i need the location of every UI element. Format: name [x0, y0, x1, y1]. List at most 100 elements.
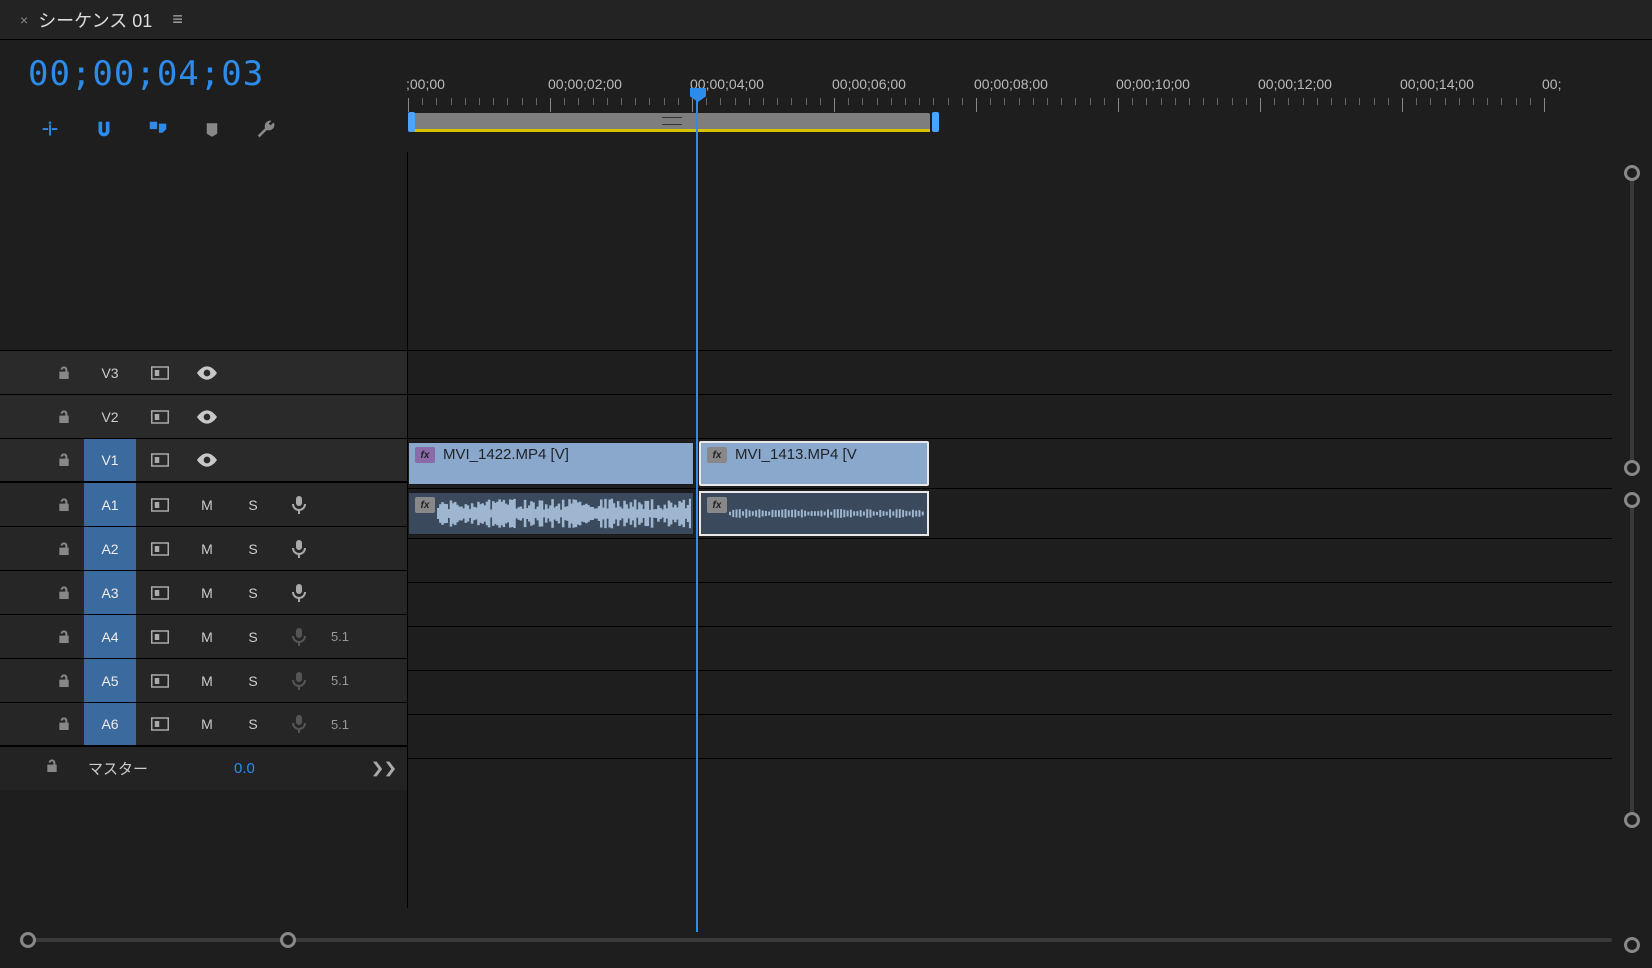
wrench-settings-icon[interactable] — [254, 118, 278, 142]
solo-button[interactable]: S — [230, 527, 276, 570]
lock-icon[interactable] — [44, 351, 84, 394]
audio-track-lane-a4[interactable] — [408, 626, 1612, 670]
clip-label: MVI_1422.MP4 [V] — [443, 446, 569, 463]
track-target-a5[interactable]: A5 — [84, 659, 136, 702]
track-output-icon[interactable] — [136, 439, 184, 481]
timeline-tools — [28, 118, 408, 142]
voiceover-mic-icon[interactable] — [276, 615, 322, 658]
time-ruler[interactable]: ;00;0000;00;02;0000;00;04;0000;00;06;000… — [408, 76, 1652, 106]
video-zoom-knob-top[interactable] — [1624, 165, 1640, 181]
audio-track-header-a4: A4MS5.1 — [0, 614, 407, 658]
hzoom-right-knob[interactable] — [280, 932, 296, 948]
mute-button[interactable]: M — [184, 571, 230, 614]
track-target-a1[interactable]: A1 — [84, 483, 136, 526]
lock-icon[interactable] — [44, 659, 84, 702]
solo-button[interactable]: S — [230, 615, 276, 658]
timeline-ruler-area: ;00;0000;00;02;0000;00;04;0000;00;06;000… — [408, 40, 1652, 152]
linked-selection-icon[interactable] — [146, 118, 170, 142]
master-track-lane — [408, 758, 1612, 802]
insert-overwrite-icon[interactable] — [38, 118, 62, 142]
marker-icon[interactable] — [200, 118, 224, 142]
hzoom-left-knob[interactable] — [20, 932, 36, 948]
video-track-lane-v3[interactable] — [408, 350, 1612, 394]
audio-track-lane-a3[interactable] — [408, 582, 1612, 626]
voiceover-mic-icon[interactable] — [276, 483, 322, 526]
audio-track-lane-a5[interactable] — [408, 670, 1612, 714]
track-target-v3[interactable]: V3 — [84, 351, 136, 394]
audio-clip[interactable]: fx — [408, 492, 694, 535]
fx-badge-icon[interactable]: fx — [415, 497, 435, 513]
voiceover-mic-icon[interactable] — [276, 703, 322, 745]
lock-icon[interactable] — [44, 439, 84, 481]
audio-track-lane-a2[interactable] — [408, 538, 1612, 582]
track-target-v1[interactable]: V1 — [84, 439, 136, 481]
track-output-icon[interactable] — [136, 527, 184, 570]
mute-button[interactable]: M — [184, 615, 230, 658]
fx-badge-icon[interactable]: fx — [415, 447, 435, 463]
video-zoom-knob-bottom[interactable] — [1624, 460, 1640, 476]
audio-zoom-rail[interactable] — [1630, 498, 1634, 818]
lock-icon[interactable] — [44, 615, 84, 658]
video-clip[interactable]: fx MVI_1422.MP4 [V] — [408, 442, 694, 485]
eye-icon[interactable] — [184, 395, 230, 438]
video-track-lane-v1[interactable]: fx MVI_1422.MP4 [V] fxMVI_1413.MP4 [V — [408, 438, 1612, 488]
ruler-label: 00;00;08;00 — [974, 76, 1048, 92]
solo-button[interactable]: S — [230, 483, 276, 526]
lock-icon[interactable] — [44, 527, 84, 570]
audio-clip[interactable]: fx — [700, 492, 928, 535]
track-output-icon[interactable] — [136, 483, 184, 526]
voiceover-mic-icon[interactable] — [276, 571, 322, 614]
lock-icon[interactable] — [44, 571, 84, 614]
lock-icon[interactable] — [44, 758, 84, 779]
lock-icon[interactable] — [44, 483, 84, 526]
ruler-label: 00;00;06;00 — [832, 76, 906, 92]
audio-track-lane-a1[interactable]: fx fx — [408, 488, 1612, 538]
mute-button[interactable]: M — [184, 703, 230, 745]
work-area-bar[interactable] — [408, 112, 1652, 132]
solo-button[interactable]: S — [230, 571, 276, 614]
audio-track-lane-a6[interactable] — [408, 714, 1612, 758]
hzoom-end-knob[interactable] — [1624, 937, 1640, 953]
track-output-icon[interactable] — [136, 615, 184, 658]
solo-button[interactable]: S — [230, 703, 276, 745]
voiceover-mic-icon[interactable] — [276, 527, 322, 570]
track-output-icon[interactable] — [136, 659, 184, 702]
work-area-in-handle[interactable] — [408, 112, 415, 132]
track-target-v2[interactable]: V2 — [84, 395, 136, 438]
eye-icon[interactable] — [184, 439, 230, 481]
track-output-icon[interactable] — [136, 571, 184, 614]
track-target-a3[interactable]: A3 — [84, 571, 136, 614]
eye-icon[interactable] — [184, 351, 230, 394]
video-track-lane-v2[interactable] — [408, 394, 1612, 438]
fx-badge-icon[interactable]: fx — [707, 447, 727, 463]
video-clip[interactable]: fxMVI_1413.MP4 [V — [700, 442, 928, 485]
track-target-a4[interactable]: A4 — [84, 615, 136, 658]
solo-button[interactable]: S — [230, 659, 276, 702]
lock-icon[interactable] — [44, 703, 84, 745]
sequence-tab-name[interactable]: シーケンス 01 — [38, 7, 152, 33]
track-target-a6[interactable]: A6 — [84, 703, 136, 745]
close-tab-button[interactable]: × — [20, 12, 28, 28]
snap-icon[interactable] — [92, 118, 116, 142]
mute-button[interactable]: M — [184, 659, 230, 702]
track-content-area[interactable]: fx MVI_1422.MP4 [V] fxMVI_1413.MP4 [V fx fx — [408, 152, 1612, 908]
voiceover-mic-icon[interactable] — [276, 659, 322, 702]
mute-button[interactable]: M — [184, 483, 230, 526]
playhead-timecode[interactable]: 00;00;04;03 — [28, 54, 408, 94]
lock-icon[interactable] — [44, 395, 84, 438]
master-output-icon[interactable] — [361, 747, 407, 790]
horizontal-zoom-bar[interactable] — [20, 932, 1612, 948]
track-output-icon[interactable] — [136, 351, 184, 394]
track-target-a2[interactable]: A2 — [84, 527, 136, 570]
track-output-icon[interactable] — [136, 703, 184, 745]
master-volume[interactable]: 0.0 — [234, 760, 255, 777]
playhead[interactable] — [696, 96, 698, 932]
track-output-icon[interactable] — [136, 395, 184, 438]
audio-zoom-knob-top[interactable] — [1624, 492, 1640, 508]
fx-badge-icon[interactable]: fx — [707, 497, 727, 513]
video-zoom-rail[interactable] — [1630, 170, 1634, 470]
audio-zoom-knob-bottom[interactable] — [1624, 812, 1640, 828]
work-area-out-handle[interactable] — [932, 112, 939, 132]
mute-button[interactable]: M — [184, 527, 230, 570]
tab-menu-button[interactable]: ≡ — [172, 9, 183, 30]
